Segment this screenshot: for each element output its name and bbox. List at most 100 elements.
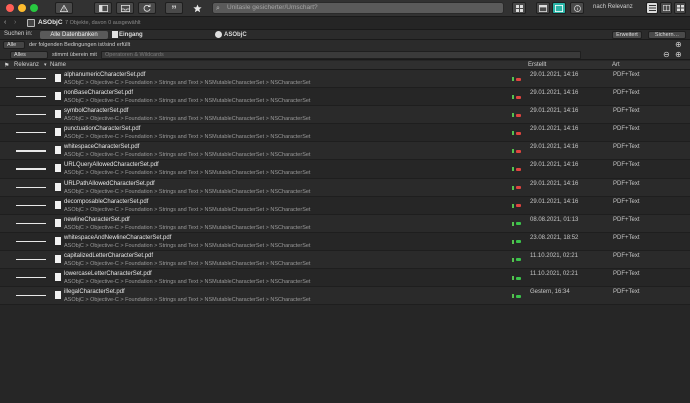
icon-view-button[interactable]	[674, 2, 686, 14]
search-field[interactable]: ⌕ Unitasle gesicherter/Umschart?	[212, 2, 504, 14]
item-kind: PDF+Text	[613, 234, 640, 241]
pdf-document-icon	[55, 110, 61, 119]
item-created-date: 08.08.2021, 01:13	[530, 216, 579, 223]
database-title: ASObjC	[38, 19, 63, 26]
list-item[interactable]: whitespaceAndNewlineCharacterSet.pdf ASOb…	[0, 232, 690, 251]
item-path: ASObjC > Objective-C > Foundation > Stri…	[64, 98, 311, 105]
layout-view-button[interactable]	[536, 2, 550, 14]
item-created-date: 29.01.2021, 14:16	[530, 162, 579, 169]
add-condition-icon[interactable]: ⊕	[675, 40, 682, 49]
database-icon	[27, 19, 35, 27]
reload-button[interactable]	[138, 2, 156, 14]
scope-asobjc[interactable]: ASObjC	[224, 31, 254, 39]
sort-descending-icon: ▾	[44, 62, 47, 68]
list-item[interactable]: alphanumericCharacterSet.pdf ASObjC > Obj…	[0, 70, 690, 89]
status-green-icon	[516, 276, 521, 280]
column-view-button[interactable]	[660, 2, 672, 14]
list-item[interactable]: punctuationCharacterSet.pdf ASObjC > Obje…	[0, 124, 690, 143]
zoom-window-button[interactable]	[30, 4, 38, 12]
quote-button[interactable]: ”	[165, 2, 183, 15]
add-subcondition-icon[interactable]: ⊕	[675, 50, 682, 59]
panel-icon	[555, 4, 563, 12]
item-kind: PDF+Text	[613, 180, 640, 187]
item-created-date: 29.01.2021, 14:16	[530, 90, 579, 97]
sidebar-toggle-button[interactable]	[94, 2, 112, 14]
item-kind: PDF+Text	[613, 72, 640, 78]
list-item[interactable]: URLQueryAllowedCharacterSet.pdf ASObjC > …	[0, 160, 690, 179]
scope-inbox[interactable]: Eingang	[119, 31, 149, 39]
item-created-date: 29.01.2021, 14:16	[530, 144, 579, 151]
operator-text: stimmt überein mit	[52, 52, 97, 58]
search-options-button[interactable]	[512, 2, 526, 14]
condition-row-match: Alle der folgenden Bedingungen ist/sind …	[0, 40, 690, 50]
column-name[interactable]: Name	[50, 62, 66, 68]
status-green-icon	[516, 222, 521, 226]
extended-search-button[interactable]: Erweitert	[612, 31, 642, 39]
status-indicator	[512, 131, 521, 136]
inbox-button[interactable]	[116, 2, 134, 14]
item-kind: PDF+Text	[613, 271, 640, 278]
match-mode-select[interactable]: Alle	[3, 41, 25, 49]
item-created-date: 11.10.2021, 02:21	[530, 252, 578, 259]
list-item[interactable]: whitespaceCharacterSet.pdf ASObjC > Objec…	[0, 142, 690, 161]
item-kind: PDF+Text	[613, 126, 640, 133]
indexed-icon	[512, 131, 514, 136]
save-search-button[interactable]: Sichern…	[648, 31, 686, 39]
item-created-date: 29.01.2021, 14:16	[530, 126, 579, 133]
relevance-bar	[16, 150, 46, 152]
remove-condition-icon[interactable]: ⊖	[663, 50, 670, 59]
pdf-document-icon	[55, 291, 61, 300]
indexed-icon	[512, 95, 514, 100]
relevance-bar	[16, 277, 46, 279]
favorite-button[interactable]	[188, 2, 206, 14]
item-kind: PDF+Text	[613, 108, 640, 115]
status-green-icon	[516, 240, 521, 244]
list-item[interactable]: symbolCharacterSet.pdf ASObjC > Objective…	[0, 106, 690, 125]
field-select[interactable]: Alles	[10, 51, 48, 59]
status-indicator	[512, 167, 521, 172]
relevance-bar	[16, 295, 46, 297]
list-item[interactable]: newlineCharacterSet.pdf ASObjC > Objectiv…	[0, 214, 690, 233]
teal-panel-button[interactable]	[552, 2, 566, 14]
column-relevance[interactable]: Relevanz	[14, 62, 39, 68]
warning-button[interactable]	[55, 2, 73, 14]
relevance-bar	[16, 222, 46, 224]
item-path: ASObjC > Objective-C > Foundation > Stri…	[64, 260, 311, 267]
list-view-button[interactable]	[646, 2, 658, 14]
item-kind: PDF+Text	[613, 162, 640, 169]
item-name: capitalizedLetterCharacterSet.pdf	[64, 252, 154, 259]
column-kind[interactable]: Art	[612, 62, 620, 68]
list-item[interactable]: illegalCharacterSet.pdf ASObjC > Objectiv…	[0, 287, 690, 306]
close-window-button[interactable]	[6, 4, 14, 12]
minimize-window-button[interactable]	[18, 4, 26, 12]
relevance-bar	[16, 186, 46, 188]
status-indicator	[512, 185, 521, 190]
info-button[interactable]	[570, 2, 584, 14]
info-icon	[573, 4, 581, 12]
flag-column-icon[interactable]: ⚑	[4, 62, 9, 69]
list-item[interactable]: nonBaseCharacterSet.pdf ASObjC > Objectiv…	[0, 88, 690, 107]
item-path: ASObjC > Objective-C > Foundation > Stri…	[64, 242, 311, 249]
status-green-icon	[516, 294, 521, 298]
list-item[interactable]: decomposableCharacterSet.pdf ASObjC > Obj…	[0, 196, 690, 215]
pdf-document-icon	[55, 164, 61, 173]
item-path: ASObjC > Objective-C > Foundation > Stri…	[64, 224, 311, 231]
item-path: ASObjC > Objective-C > Foundation > Stri…	[64, 297, 311, 304]
pdf-document-icon	[55, 182, 61, 191]
sort-label[interactable]: nach Relevanz	[593, 4, 633, 10]
scope-all-databases[interactable]: Alle Datenbanken	[40, 31, 108, 39]
back-arrow-icon[interactable]: ‹	[4, 19, 6, 26]
relevance-bar	[16, 240, 46, 243]
list-item[interactable]: lowercaseLetterCharacterSet.pdf ASObjC > …	[0, 269, 690, 288]
column-created[interactable]: Erstellt	[528, 62, 546, 68]
list-item[interactable]: capitalizedLetterCharacterSet.pdf ASObjC …	[0, 250, 690, 270]
pdf-document-icon	[55, 218, 61, 227]
column-header: ⚑ Relevanz ▾ Name Erstellt Art	[0, 61, 690, 70]
list-item[interactable]: URLPathAllowedCharacterSet.pdf ASObjC > O…	[0, 178, 690, 197]
item-path: ASObjC > Objective-C > Foundation > Stri…	[64, 279, 311, 286]
pdf-document-icon	[55, 200, 61, 209]
condition-value-input[interactable]: Operatoren & Wildcards	[101, 51, 581, 59]
forward-arrow-icon[interactable]: ›	[14, 19, 16, 26]
status-indicator	[512, 203, 521, 208]
search-scope-bar: Suchen in: Alle Datenbanken Eingang ASOb…	[0, 30, 690, 40]
